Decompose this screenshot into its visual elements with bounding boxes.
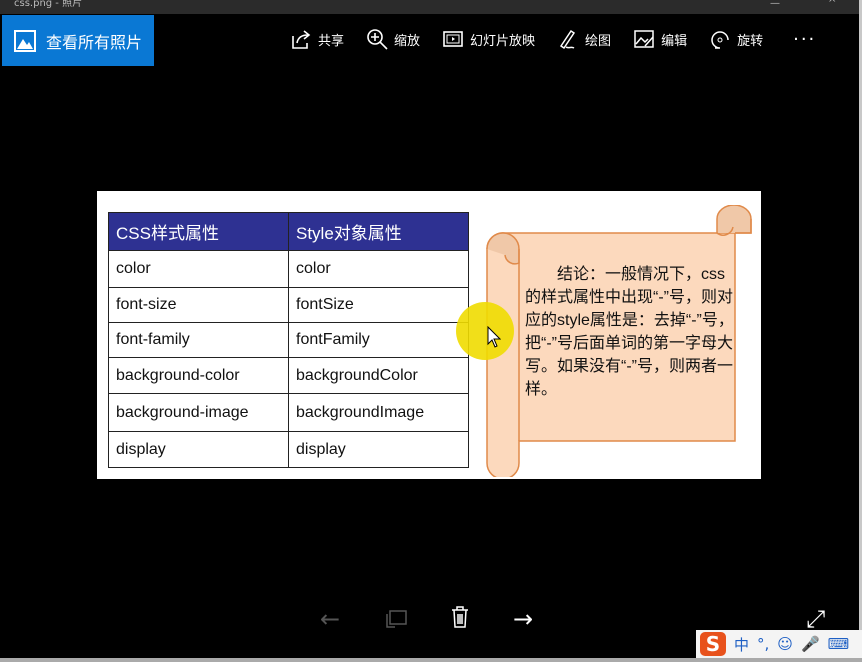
cursor-highlight — [456, 302, 514, 360]
ime-keyboard-icon[interactable]: ⌨ — [828, 635, 850, 653]
mouse-cursor-icon — [487, 326, 501, 348]
cell: color — [288, 250, 469, 288]
table-row: font-size fontSize — [108, 287, 469, 323]
share-icon — [292, 30, 311, 49]
cell: fontFamily — [288, 322, 469, 358]
fullscreen-icon[interactable]: ⤢ — [806, 605, 825, 633]
cell: display — [108, 431, 289, 468]
sogou-logo-icon[interactable]: S — [700, 632, 726, 656]
table-row: display display — [108, 431, 469, 468]
draw-label: 绘图 — [585, 33, 612, 49]
share-button[interactable]: 共享 — [290, 28, 344, 50]
toolbar: 共享 缩放 幻灯片放映 绘图 编辑 旋转 ··· — [290, 28, 816, 50]
slideshow-button[interactable]: 幻灯片放映 — [442, 28, 535, 50]
zoom-icon — [367, 29, 388, 50]
window-titlebar: css.png - 照片 — ^ — [0, 0, 862, 14]
window-title: css.png - 照片 — [14, 0, 83, 9]
ime-mode-toggle[interactable]: 中 — [734, 634, 749, 655]
cell: display — [288, 431, 469, 468]
cell: color — [108, 250, 289, 288]
table-row: font-family fontFamily — [108, 322, 469, 358]
cell: background-image — [108, 393, 289, 432]
rotate-icon — [711, 31, 729, 49]
slideshow-icon — [443, 31, 463, 47]
edit-button[interactable]: 编辑 — [633, 28, 687, 50]
property-table: CSS样式属性 Style对象属性 color color font-size fon… — [108, 212, 469, 468]
rotate-button[interactable]: 旋转 — [709, 28, 763, 50]
table-header-row: CSS样式属性 Style对象属性 — [108, 212, 469, 251]
edit-label: 编辑 — [661, 33, 688, 49]
share-label: 共享 — [318, 33, 345, 49]
cell: backgroundImage — [288, 393, 469, 432]
taskbar-edge — [0, 658, 862, 662]
zoom-label: 缩放 — [394, 33, 421, 49]
table-row: color color — [108, 250, 469, 288]
zoom-button[interactable]: 缩放 — [366, 28, 420, 50]
table-row: background-image backgroundImage — [108, 393, 469, 432]
ime-emoji-icon[interactable]: ☺ — [777, 635, 793, 653]
ime-punct-toggle[interactable]: °, — [757, 635, 769, 653]
scroll-note: 结论：一般情况下，css的样式属性中出现“-”号，则对应的style属性是：去掉… — [485, 204, 753, 480]
view-all-photos-button[interactable]: 查看所有照片 — [2, 15, 154, 66]
cell: background-color — [108, 357, 289, 394]
slideshow-label: 幻灯片放映 — [470, 33, 536, 49]
photo-icon — [14, 29, 36, 52]
view-all-photos-label: 查看所有照片 — [46, 32, 143, 52]
maximize-button[interactable]: ^ — [828, 0, 836, 9]
next-arrow-icon[interactable]: → — [513, 605, 533, 633]
ime-mic-icon[interactable]: 🎤 — [801, 635, 820, 653]
slide-image: CSS样式属性 Style对象属性 color color font-size fon… — [97, 191, 761, 480]
conclusion-text: 结论：一般情况下，css的样式属性中出现“-”号，则对应的style属性是：去掉… — [525, 266, 734, 398]
set-as-icon[interactable] — [386, 607, 408, 635]
more-options-button[interactable]: ··· — [793, 29, 816, 50]
edit-icon — [634, 30, 654, 48]
table-row: background-color backgroundColor — [108, 357, 469, 394]
header-style: Style对象属性 — [288, 212, 469, 251]
previous-arrow-icon[interactable]: ← — [320, 605, 340, 633]
cell: font-family — [108, 322, 289, 358]
minimize-button[interactable]: — — [770, 0, 780, 9]
draw-icon — [560, 29, 576, 50]
cell: fontSize — [288, 287, 469, 323]
rotate-label: 旋转 — [737, 33, 764, 49]
cell: font-size — [108, 287, 289, 323]
draw-button[interactable]: 绘图 — [557, 28, 611, 50]
header-css: CSS样式属性 — [108, 212, 289, 251]
ime-toolbar: S 中 °, ☺ 🎤 ⌨ — [696, 630, 862, 658]
cell: backgroundColor — [288, 357, 469, 394]
delete-icon[interactable] — [451, 606, 469, 634]
